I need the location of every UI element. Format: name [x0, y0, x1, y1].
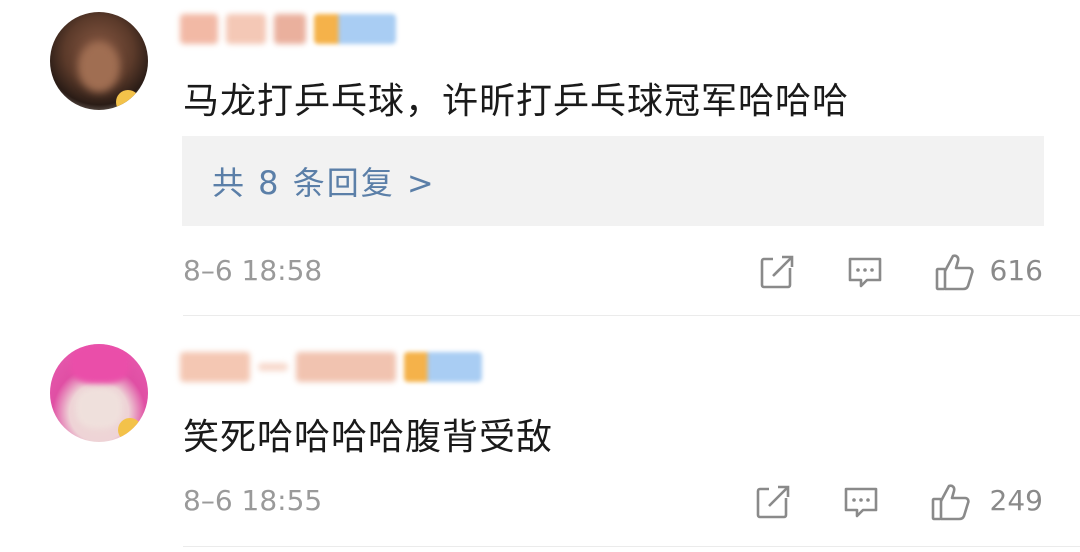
level-badge-icon — [314, 14, 396, 44]
comment-meta: 8–6 18:55 249 — [183, 480, 1043, 524]
username[interactable] — [180, 10, 396, 48]
comment-text: 马龙打乒乓球，许昕打乒乓球冠军哈哈哈 — [183, 81, 850, 122]
like-count: 616 — [989, 254, 1043, 287]
comment-icon[interactable] — [847, 254, 883, 290]
thumbs-up-icon[interactable] — [935, 252, 975, 292]
level-badge-icon — [404, 352, 482, 382]
vip-badge-icon — [118, 418, 142, 442]
thumbs-up-icon[interactable] — [931, 482, 971, 522]
share-icon[interactable] — [755, 484, 791, 520]
reply-count-label: 共 8 条回复 > — [212, 164, 436, 202]
comment-text: 笑死哈哈哈哈腹背受敌 — [183, 417, 554, 458]
timestamp: 8–6 18:55 — [183, 484, 323, 517]
comment-meta: 8–6 18:58 616 — [183, 250, 1043, 294]
divider — [183, 546, 1080, 547]
comment-item: 笑死哈哈哈哈腹背受敌 8–6 18:55 249 — [0, 316, 1080, 552]
timestamp: 8–6 18:58 — [183, 254, 323, 287]
username[interactable] — [180, 348, 482, 386]
view-replies-button[interactable]: 共 8 条回复 > — [182, 136, 1044, 226]
avatar[interactable] — [50, 344, 148, 442]
comment-icon[interactable] — [843, 484, 879, 520]
share-icon[interactable] — [759, 254, 795, 290]
avatar[interactable] — [50, 12, 148, 110]
like-count: 249 — [989, 484, 1043, 517]
comment-item: 马龙打乒乓球，许昕打乒乓球冠军哈哈哈 共 8 条回复 > 8–6 18:58 6… — [0, 0, 1080, 316]
vip-badge-icon — [116, 90, 140, 110]
